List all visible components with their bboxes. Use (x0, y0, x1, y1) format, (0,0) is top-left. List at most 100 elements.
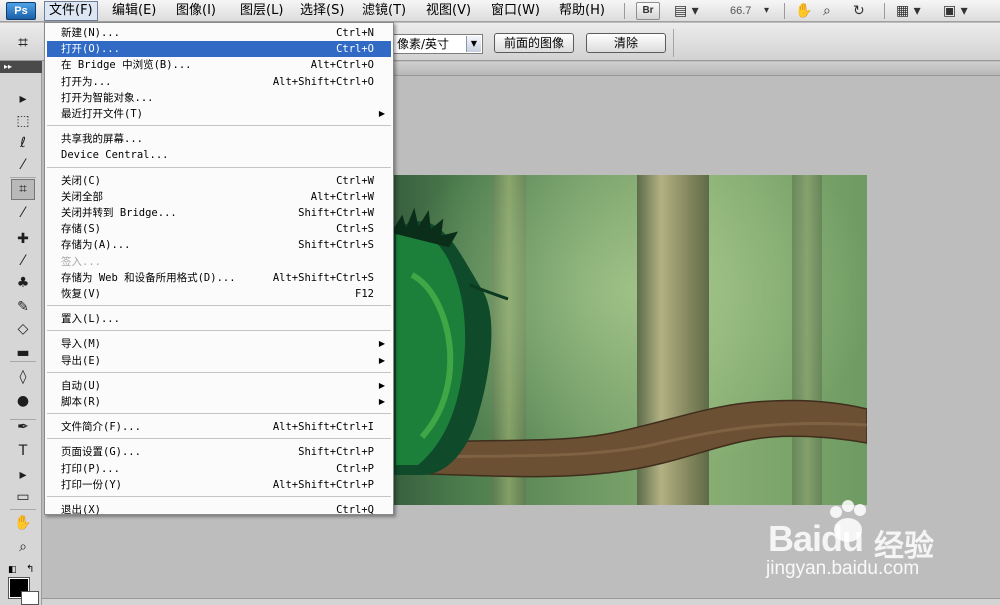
eyedropper-tool-icon[interactable]: ⁄ (11, 203, 35, 224)
pen-tool-icon[interactable]: ✒ (11, 417, 35, 438)
file-menu-item[interactable]: 自动(U) ▶ (47, 378, 391, 394)
menubar-divider (784, 3, 785, 19)
arrange-documents-icon[interactable]: ▦ ▾ (896, 2, 921, 20)
file-menu-item-label: 恢复(V) (61, 288, 101, 300)
zoom-level[interactable]: 66.7 (730, 2, 776, 20)
menu-edit[interactable]: 编辑(E) (108, 1, 160, 21)
photoshop-logo[interactable]: Ps (6, 2, 36, 20)
eraser-tool-icon[interactable]: ◇ (11, 319, 35, 340)
file-menu-item[interactable]: 最近打开文件(T) ▶ (47, 106, 391, 122)
file-menu-item[interactable]: 关闭全部 Alt+Ctrl+W (47, 189, 391, 205)
file-menu-item-label: 自动(U) (61, 379, 101, 392)
file-menu-item-shortcut: Ctrl+S (336, 223, 374, 236)
toolbox: ▸▸ ▸ ⬚ ℓ ⁄ ⌗ ⁄ ✚ ⁄ ♣ ✎ ◇ ▬ ◊ ● ✒ T ▸ ▭ ✋ ⌕ ◧ ↰ (0, 61, 42, 605)
menu-bar: Ps 文件(F) 编辑(E) 图像(I) 图层(L) 选择(S) 滤镜(T) 视… (0, 0, 1000, 22)
file-menu-item[interactable]: 存储为 Web 和设备所用格式(D)... Alt+Shift+Ctrl+S (47, 270, 391, 286)
screen-mode-icon[interactable]: ▣ ▾ (943, 2, 968, 20)
file-menu-item[interactable]: 导入(M) ▶ (47, 336, 391, 352)
file-menu-item-label: 脚本(R) (61, 396, 101, 408)
file-menu-item[interactable]: 关闭并转到 Bridge... Shift+Ctrl+W (47, 205, 391, 221)
dodge-tool-icon[interactable]: ● (11, 391, 35, 412)
file-menu-item[interactable]: 导出(E) ▶ (47, 353, 391, 369)
file-menu-item-label: 打印(P)... (61, 462, 120, 475)
file-menu-item-shortcut: Alt+Shift+Ctrl+O (272, 75, 374, 88)
swap-colors-icon[interactable]: ↰ (26, 564, 34, 575)
menu-layer[interactable]: 图层(L) (236, 1, 287, 21)
file-menu-item-label: 页面设置(G)... (61, 446, 141, 459)
file-menu-item[interactable]: 脚本(R) ▶ (47, 394, 391, 410)
zoom-tool-icon[interactable]: ⌕ (11, 537, 35, 558)
menu-window[interactable]: 窗口(W) (487, 1, 544, 21)
file-menu-item-shortcut: Alt+Shift+Ctrl+I (272, 421, 374, 434)
brush-tool-icon[interactable]: ⁄ (11, 251, 35, 272)
bird-figure (391, 207, 509, 475)
menu-view[interactable]: 视图(V) (422, 1, 475, 21)
file-menu-item[interactable]: 置入(L)... (47, 311, 391, 327)
healing-brush-tool-icon[interactable]: ✚ (11, 229, 35, 250)
crop-tool-icon[interactable]: ⌗ (11, 179, 35, 200)
submenu-arrow-icon: ▶ (378, 355, 385, 365)
document-canvas[interactable] (352, 175, 867, 505)
front-image-button[interactable]: 前面的图像 (494, 33, 574, 53)
menu-image[interactable]: 图像(I) (172, 1, 220, 21)
file-menu-item[interactable]: 新建(N)... Ctrl+N (47, 25, 391, 41)
file-menu-item-label: 存储为 Web 和设备所用格式(D)... (61, 271, 236, 284)
toolbox-divider (10, 419, 36, 420)
path-selection-tool-icon[interactable]: ▸ (11, 465, 35, 486)
menu-select[interactable]: 选择(S) (296, 1, 348, 21)
menu-file[interactable]: 文件(F) (44, 1, 98, 21)
file-menu-item[interactable]: 退出(X) Ctrl+Q (47, 502, 391, 518)
default-colors-icon[interactable]: ◧ (8, 565, 17, 575)
file-menu-item-shortcut: Ctrl+W (336, 174, 374, 187)
rotate-view-icon[interactable]: ↻ (853, 2, 865, 20)
resolution-unit-select[interactable]: 像素/英寸 ▼ (393, 34, 483, 54)
menubar-divider (624, 3, 625, 19)
blur-tool-icon[interactable]: ◊ (11, 367, 35, 388)
menu-separator (47, 413, 391, 415)
toolbox-collapse-icon[interactable]: ▸▸ (0, 61, 42, 73)
file-menu-item[interactable]: 打印一份(Y) Alt+Shift+Ctrl+P (47, 477, 391, 493)
file-menu-item[interactable]: 打开为智能对象... (47, 90, 391, 106)
crop-tool-preset-icon[interactable]: ⌗ (10, 31, 36, 55)
lasso-tool-icon[interactable]: ℓ (11, 133, 35, 154)
file-menu-item[interactable]: 文件简介(F)... Alt+Shift+Ctrl+I (47, 419, 391, 435)
file-menu-item[interactable]: 打印(P)... Ctrl+P (47, 461, 391, 477)
document-tab-strip[interactable] (394, 62, 1000, 76)
shape-tool-icon[interactable]: ▭ (11, 487, 35, 508)
hand-icon[interactable]: ✋ (795, 2, 812, 20)
file-menu-item[interactable]: 在 Bridge 中浏览(B)... Alt+Ctrl+O (47, 57, 391, 73)
file-menu-item[interactable]: 页面设置(G)... Shift+Ctrl+P (47, 444, 391, 460)
file-menu-item: 签入... (47, 254, 391, 270)
file-menu-item-label: 存储(S) (61, 223, 101, 236)
file-menu-item-shortcut: Ctrl+Q (336, 504, 374, 516)
menu-help[interactable]: 帮助(H) (555, 1, 609, 21)
menu-separator (47, 330, 391, 332)
clear-button[interactable]: 清除 (586, 33, 666, 53)
file-menu-item[interactable]: 存储为(A)... Shift+Ctrl+S (47, 237, 391, 253)
move-tool-icon[interactable]: ▸ (11, 89, 35, 110)
file-menu-item[interactable]: Device Central... (47, 147, 391, 163)
clone-stamp-tool-icon[interactable]: ♣ (11, 273, 35, 294)
zoom-icon[interactable]: ⌕ (823, 2, 831, 20)
hand-tool-icon[interactable]: ✋ (11, 513, 35, 534)
menu-filter[interactable]: 滤镜(T) (358, 1, 410, 21)
extras-icon[interactable]: ▤ ▾ (674, 2, 699, 20)
file-menu-item[interactable]: 存储(S) Ctrl+S (47, 221, 391, 237)
file-menu-item-label: 打开(O)... (61, 43, 120, 56)
file-menu-item[interactable]: 打开为... Alt+Shift+Ctrl+O (47, 74, 391, 90)
bridge-button[interactable]: Br (636, 2, 660, 20)
marquee-tool-icon[interactable]: ⬚ (11, 111, 35, 132)
history-brush-tool-icon[interactable]: ✎ (11, 297, 35, 318)
file-menu-item[interactable]: 关闭(C) Ctrl+W (47, 173, 391, 189)
background-color-swatch[interactable] (21, 591, 39, 605)
resolution-unit-value: 像素/英寸 (397, 37, 450, 51)
status-bar (42, 598, 1000, 605)
zoom-dropdown-icon[interactable]: ▾ (764, 2, 769, 20)
file-menu-item[interactable]: 恢复(V) F12 (47, 286, 391, 302)
magic-wand-tool-icon[interactable]: ⁄ (11, 155, 35, 176)
file-menu-item[interactable]: 共享我的屏幕... (47, 131, 391, 147)
type-tool-icon[interactable]: T (11, 441, 35, 462)
file-menu-item-shortcut: Shift+Ctrl+W (298, 207, 374, 219)
chevron-down-icon[interactable]: ▼ (466, 36, 481, 52)
file-menu-item[interactable]: 打开(O)... Ctrl+O (47, 41, 391, 58)
